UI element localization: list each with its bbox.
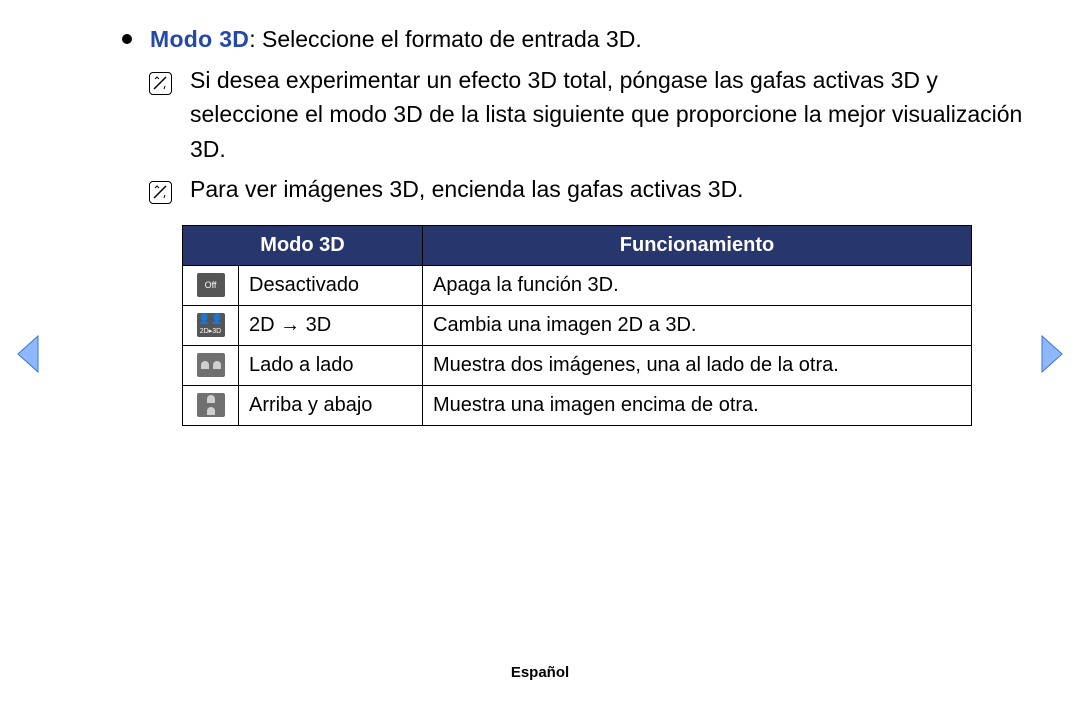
note-icon (149, 181, 172, 204)
mode-description: Muestra dos imágenes, una al lado de la … (423, 345, 972, 385)
mode-name: Arriba y abajo (239, 385, 423, 425)
mode-side-by-side-icon (197, 353, 225, 377)
table-row: Arriba y abajo Muestra una imagen encima… (183, 385, 972, 425)
next-page-button[interactable] (1036, 334, 1066, 374)
table-row: 👤👤2D▸3D 2D → 3D Cambia una imagen 2D a 3… (183, 305, 972, 345)
prev-page-button[interactable] (14, 334, 44, 374)
note-text: Para ver imágenes 3D, encienda las gafas… (190, 172, 1040, 207)
mode-description: Apaga la función 3D. (423, 265, 972, 305)
mode-2d3d-icon: 👤👤2D▸3D (197, 313, 225, 337)
heading: Modo 3D: Seleccione el formato de entrad… (150, 22, 1040, 57)
table-header-op: Funcionamiento (423, 225, 972, 265)
mode-off-icon: Off (197, 273, 225, 297)
mode-description: Cambia una imagen 2D a 3D. (423, 305, 972, 345)
bullet-icon (122, 34, 132, 44)
mode-name: Desactivado (239, 265, 423, 305)
modes-table: Modo 3D Funcionamiento Off Desactivado A… (182, 225, 972, 426)
footer-language: Español (0, 664, 1080, 681)
mode-description: Muestra una imagen encima de otra. (423, 385, 972, 425)
mode-top-bottom-icon (197, 393, 225, 417)
note-text: Si desea experimentar un efecto 3D total… (190, 63, 1040, 167)
note-icon (149, 72, 172, 95)
table-row: Lado a lado Muestra dos imágenes, una al… (183, 345, 972, 385)
mode-name: Lado a lado (239, 345, 423, 385)
heading-term: Modo 3D (150, 26, 249, 52)
heading-rest: : Seleccione el formato de entrada 3D. (249, 26, 642, 52)
table-header-mode: Modo 3D (183, 225, 423, 265)
mode-name: 2D → 3D (239, 305, 423, 345)
table-row: Off Desactivado Apaga la función 3D. (183, 265, 972, 305)
